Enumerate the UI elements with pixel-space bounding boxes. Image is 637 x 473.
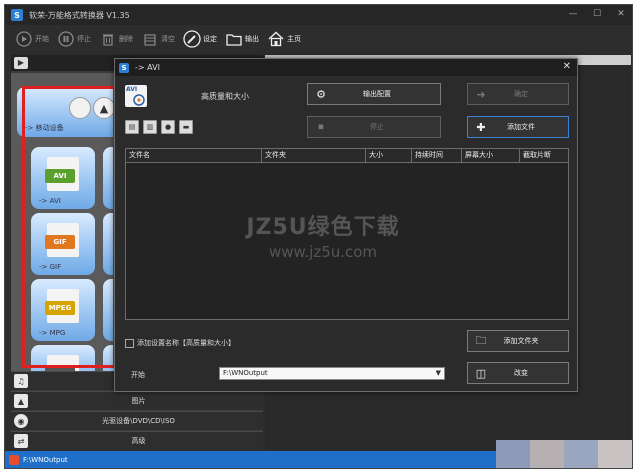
- toolbar: 开始 停止 删除 清空 设定 输出 主页: [5, 25, 632, 53]
- stop-icon: ⏹: [318, 120, 324, 133]
- disc-icon: ◉: [14, 414, 28, 428]
- file-table-header: 文件名 文件夹 大小 持续时间 屏幕大小 截取片断: [126, 149, 568, 163]
- plus-icon: ✚: [476, 120, 486, 134]
- app-title: 软荣-万能格式转换器 V1.35: [29, 10, 130, 20]
- avi-format-badge: AVI: [45, 169, 75, 183]
- gif-format-badge: GIF: [45, 235, 75, 249]
- play-tool-icon[interactable]: ●: [161, 120, 175, 134]
- change-label: 改变: [514, 369, 528, 377]
- maximize-button[interactable]: ☐: [590, 8, 604, 20]
- edit-tool-icon[interactable]: ▥: [143, 120, 157, 134]
- mpeg-format-badge: MPEG: [45, 301, 75, 315]
- pause-circle-icon: [57, 30, 75, 48]
- delete-button[interactable]: 删除: [99, 30, 133, 48]
- picture-icon: ▲: [14, 394, 28, 408]
- format-dialog: S -> AVI ✕ AVI 高质量和大小 ⚙ 输出配置 ➜ 确定 ▤ ▥ ● …: [114, 58, 578, 392]
- start-label: 开始: [35, 35, 49, 43]
- profile-name: 高质量和大小: [201, 92, 249, 101]
- tile-avi[interactable]: AVI -> AVI: [31, 147, 95, 209]
- column-header[interactable]: 持续时间: [412, 149, 462, 162]
- add-profile-checkbox[interactable]: 添加设置名称【高质量和大小】: [125, 338, 235, 348]
- column-header[interactable]: 大小: [366, 149, 412, 162]
- ok-button[interactable]: ➜ 确定: [467, 83, 569, 105]
- start-label: 开始: [131, 371, 145, 379]
- category-label: 高级: [131, 437, 146, 445]
- tile-label: -> AVI: [39, 197, 61, 205]
- music-icon: ♫: [14, 374, 28, 388]
- category-label: 光驱设备\DVD\CD\ISO: [102, 417, 175, 425]
- category-picture[interactable]: ▲ 图片: [11, 391, 263, 410]
- change-button[interactable]: ◫ 改变: [467, 362, 569, 384]
- android-icon: ▲: [93, 97, 115, 119]
- stop-button[interactable]: 停止: [57, 30, 91, 48]
- window-controls: — ☐ ✕: [566, 8, 628, 20]
- apple-icon: [69, 97, 91, 119]
- column-header[interactable]: 屏幕大小: [462, 149, 520, 162]
- column-header[interactable]: 截取片断: [520, 149, 568, 162]
- folder-icon: [225, 30, 243, 48]
- add-tool-icon[interactable]: ▤: [125, 120, 139, 134]
- tile-label: -> GIF: [39, 263, 62, 271]
- file-table[interactable]: 文件名 文件夹 大小 持续时间 屏幕大小 截取片断: [125, 148, 569, 320]
- output-path-select[interactable]: F:\WNOutput ▼: [219, 367, 445, 380]
- delete-label: 删除: [119, 35, 133, 43]
- category-advanced[interactable]: ⇄ 高级: [11, 431, 263, 450]
- tile-mpg[interactable]: MPEG -> MPG: [31, 279, 95, 341]
- play-circle-icon: [15, 30, 33, 48]
- dialog-close-icon[interactable]: ✕: [563, 61, 571, 72]
- settings-label: 设定: [203, 35, 217, 43]
- home-icon: [267, 30, 285, 48]
- output-config-label: 输出配置: [363, 90, 391, 98]
- output-label: 输出: [245, 35, 259, 43]
- tile-label: -> MPG: [39, 329, 66, 337]
- add-profile-label: 添加设置名称【高质量和大小】: [137, 339, 235, 347]
- app-logo-icon: S: [119, 62, 129, 73]
- ok-label: 确定: [514, 90, 528, 98]
- wrench-icon: [183, 30, 201, 48]
- checkbox-box[interactable]: [125, 338, 134, 348]
- add-folder-label: 添加文件夹: [503, 337, 539, 345]
- stop-button[interactable]: ⏹ 停止: [307, 116, 441, 138]
- stop-label: 停止: [370, 123, 384, 131]
- screen-tool-icon[interactable]: ▬: [179, 120, 193, 134]
- arrow-right-icon: ➜: [476, 87, 486, 101]
- avi-profile-icon: AVI: [125, 85, 147, 107]
- tile-label: -> 移动设备: [25, 124, 64, 132]
- clear-icon: [141, 30, 159, 48]
- output-folder-icon: [9, 454, 19, 465]
- column-header[interactable]: 文件夹: [262, 149, 366, 162]
- add-file-label: 添加文件: [507, 123, 535, 131]
- output-config-button[interactable]: ⚙ 输出配置: [307, 83, 441, 105]
- tile-gif[interactable]: GIF -> GIF: [31, 213, 95, 275]
- start-button[interactable]: 开始: [15, 30, 49, 48]
- home-label: 主页: [287, 35, 301, 43]
- output-path-value: F:\WNOutput: [223, 369, 268, 377]
- home-button[interactable]: 主页: [267, 30, 301, 48]
- play-icon[interactable]: ▶: [14, 57, 28, 69]
- clear-button[interactable]: 清空: [141, 30, 175, 48]
- title-bar: S 软荣-万能格式转换器 V1.35 — ☐ ✕: [5, 5, 632, 25]
- folder-add-icon: 🗀: [475, 333, 487, 347]
- settings-button[interactable]: 设定: [183, 30, 217, 48]
- stop-label: 停止: [77, 35, 91, 43]
- app-logo-icon: S: [11, 9, 23, 21]
- gear-icon: ⚙: [316, 87, 326, 101]
- dialog-title-bar: S -> AVI ✕: [115, 59, 577, 76]
- add-file-button[interactable]: ✚ 添加文件: [467, 116, 569, 138]
- trash-icon: [99, 30, 117, 48]
- clear-label: 清空: [161, 35, 175, 43]
- add-folder-button[interactable]: 🗀 添加文件夹: [467, 330, 569, 352]
- status-output-path: F:\WNOutput: [23, 455, 68, 464]
- output-button[interactable]: 输出: [225, 30, 259, 48]
- category-disc[interactable]: ◉ 光驱设备\DVD\CD\ISO: [11, 411, 263, 430]
- category-label: 图片: [131, 397, 146, 405]
- change-folder-icon: ◫: [475, 366, 487, 380]
- dialog-title: -> AVI: [135, 63, 160, 72]
- blurred-corner: [496, 440, 632, 468]
- chevron-down-icon: ▼: [435, 369, 441, 377]
- column-header[interactable]: 文件名: [126, 149, 262, 162]
- minimize-button[interactable]: —: [566, 8, 580, 20]
- close-button[interactable]: ✕: [614, 8, 628, 20]
- advanced-icon: ⇄: [14, 434, 28, 448]
